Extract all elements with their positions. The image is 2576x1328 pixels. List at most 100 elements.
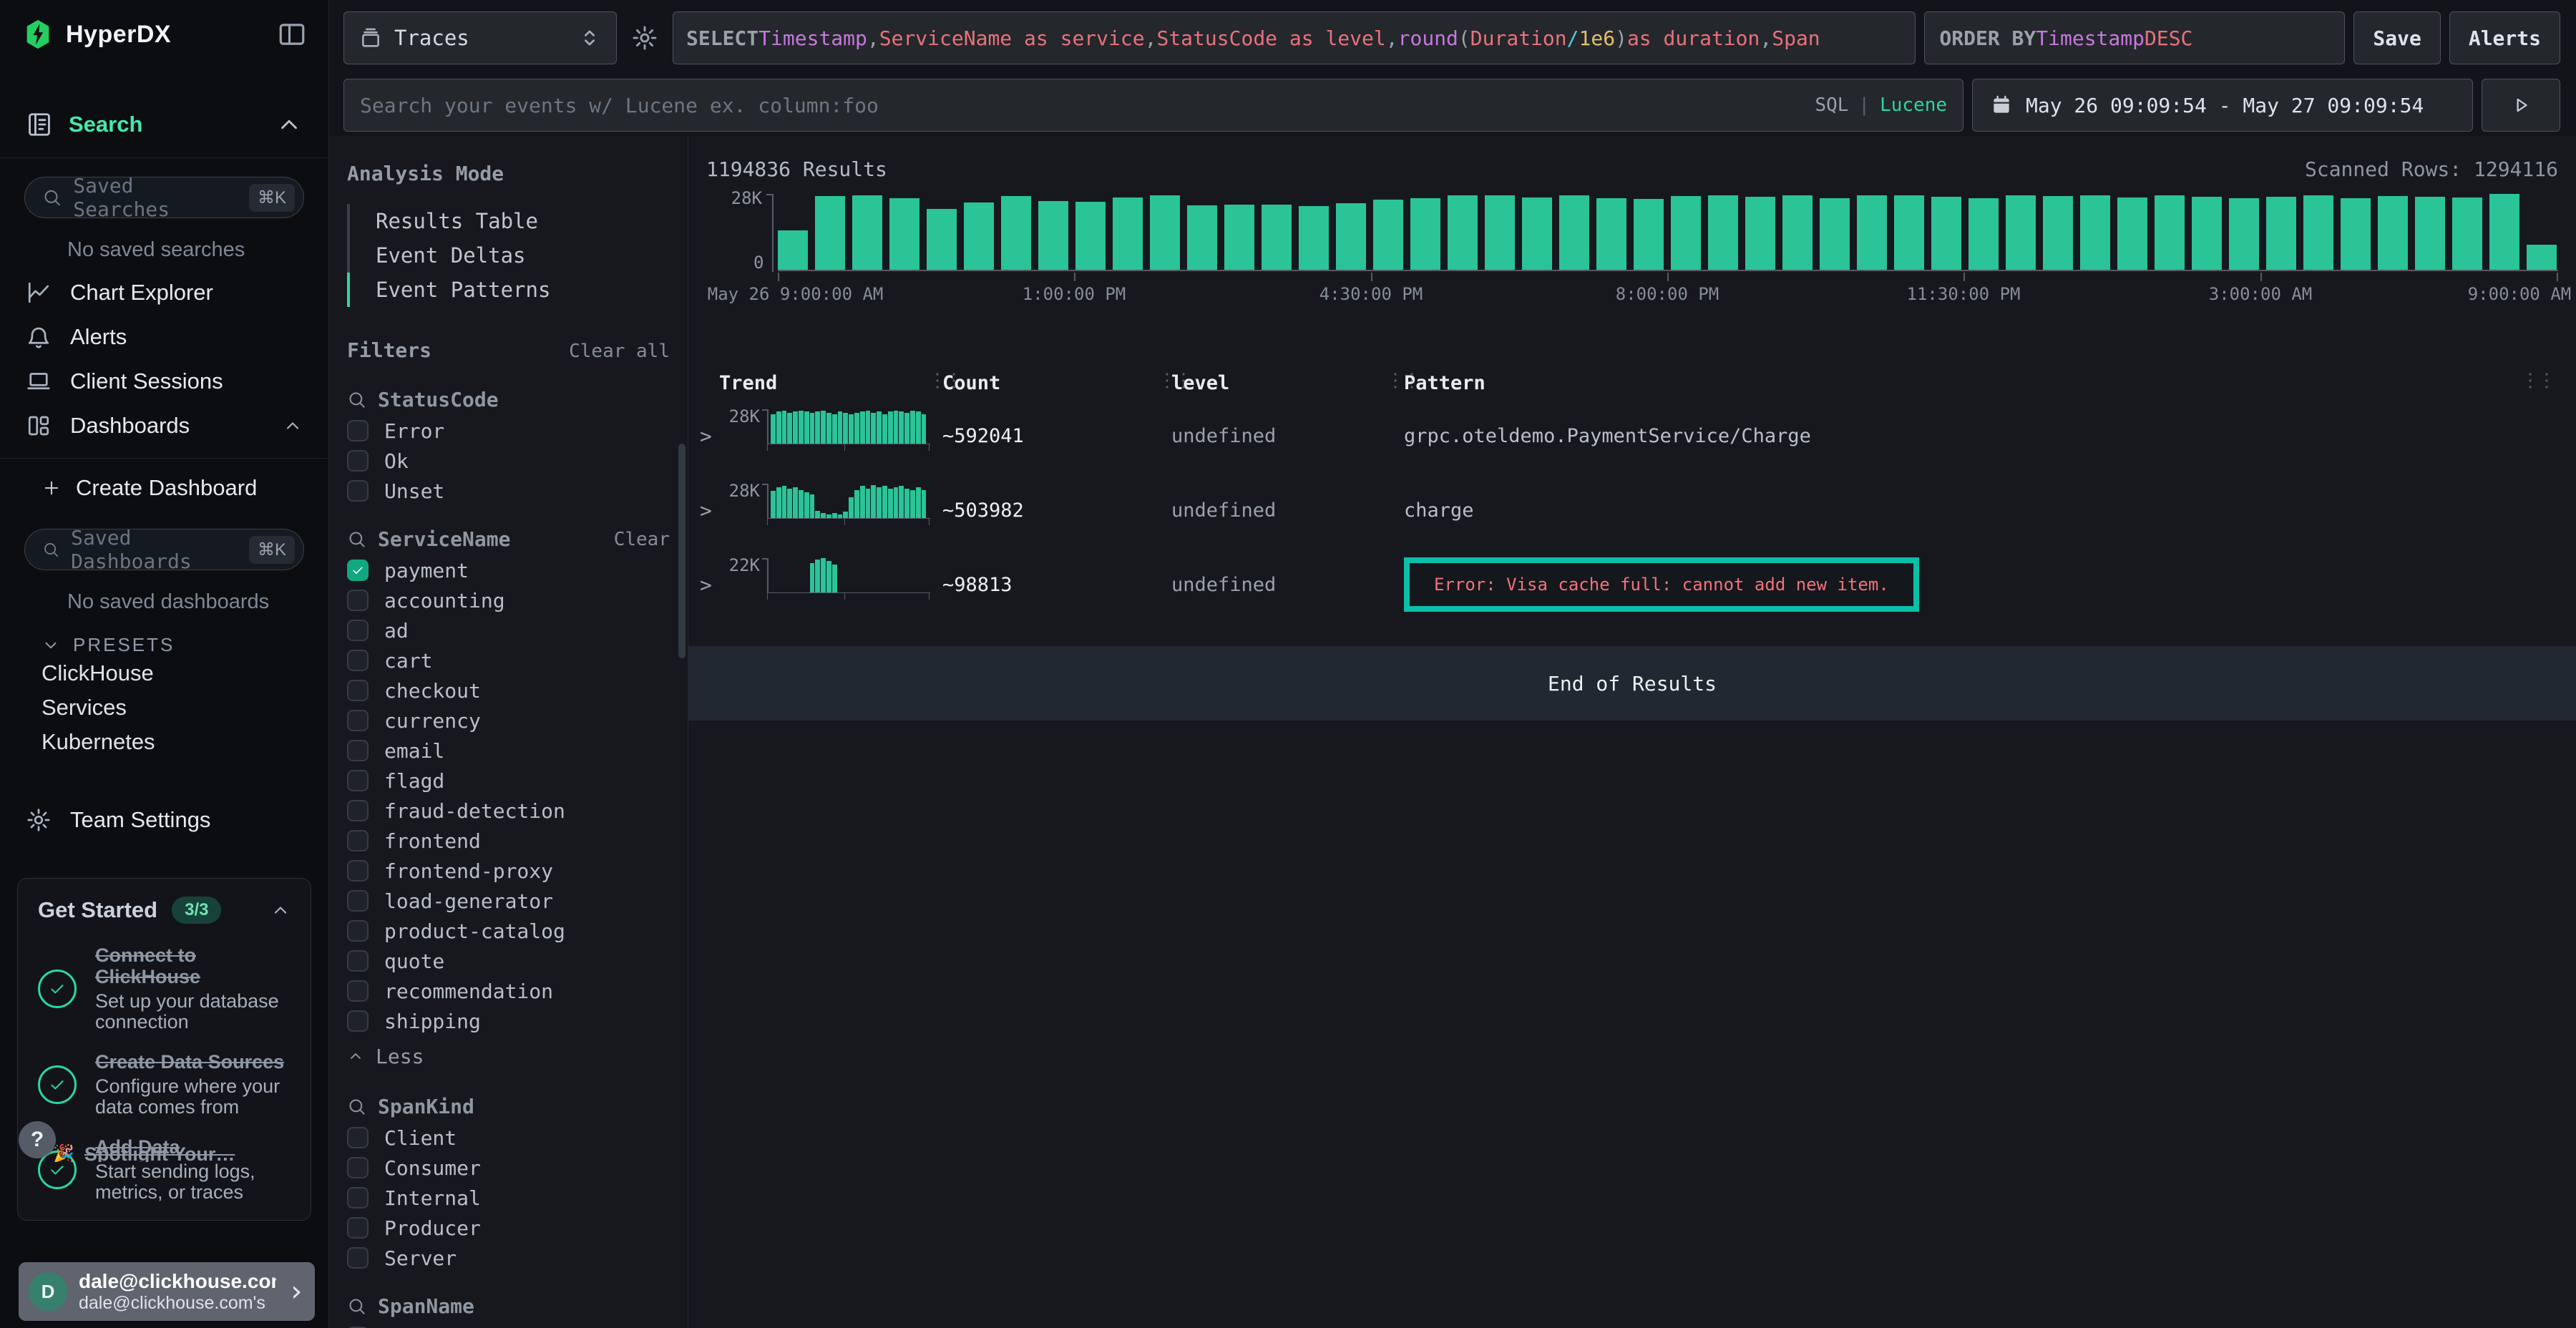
histogram-bar[interactable]	[1485, 195, 1515, 270]
checkbox[interactable]	[347, 920, 369, 942]
sidebar-item-client-sessions[interactable]: Client Sessions	[0, 359, 328, 404]
collapse-filter-button[interactable]: Less	[347, 1043, 670, 1069]
order-by-input[interactable]: ORDER BY Timestamp DESC	[1924, 11, 2345, 64]
results-histogram[interactable]: 28K 0 May 26 9:00:00 AM1:00:00 PM4:30:00…	[706, 191, 2558, 306]
chevron-up-icon[interactable]	[283, 416, 303, 436]
filter-option-producer[interactable]: Producer	[347, 1217, 670, 1239]
histogram-bar[interactable]	[2378, 196, 2408, 270]
histogram-bar[interactable]	[889, 198, 919, 270]
checkbox[interactable]	[347, 420, 369, 441]
analysis-mode-event-patterns[interactable]: Event Patterns	[347, 273, 670, 307]
table-options-icon[interactable]: ⋮⋮	[2521, 370, 2554, 391]
histogram-bar[interactable]	[778, 230, 808, 270]
lucene-toggle[interactable]: Lucene	[1880, 94, 1947, 116]
histogram-bar[interactable]	[1262, 205, 1292, 270]
checkbox[interactable]	[347, 590, 369, 611]
checkbox[interactable]	[347, 800, 369, 821]
table-row[interactable]: >28K~592041undefinedgrpc.oteldemo.Paymen…	[696, 399, 2558, 473]
filter-option-error[interactable]: Error	[347, 420, 670, 441]
checkbox[interactable]	[347, 770, 369, 791]
row-expand-icon[interactable]: >	[696, 499, 724, 522]
histogram-bar[interactable]	[1745, 197, 1775, 270]
histogram-bar[interactable]	[1931, 197, 1961, 270]
filter-option-unset[interactable]: Unset	[347, 480, 670, 502]
histogram-bar[interactable]	[2080, 195, 2110, 270]
checkbox[interactable]	[347, 1187, 369, 1209]
histogram-bar[interactable]	[2452, 197, 2482, 270]
filter-option-internal[interactable]: Internal	[347, 1187, 670, 1209]
histogram-bar[interactable]	[1150, 195, 1180, 270]
save-button[interactable]: Save	[2353, 11, 2440, 64]
checkbox-checked[interactable]	[347, 560, 369, 581]
histogram-bar[interactable]	[1113, 197, 1143, 270]
column-grip-icon[interactable]: ⋮⋮	[1158, 370, 1191, 391]
histogram-bar[interactable]	[1857, 195, 1887, 270]
histogram-bar[interactable]	[1671, 196, 1701, 270]
filter-option-quote[interactable]: quote	[347, 950, 670, 972]
histogram-bar[interactable]	[1820, 198, 1850, 270]
row-expand-icon[interactable]: >	[696, 573, 724, 597]
column-header-trend[interactable]: Trend	[696, 372, 942, 394]
filter-option-shipping[interactable]: shipping	[347, 1010, 670, 1032]
preset-clickhouse[interactable]: ClickHouse	[0, 656, 328, 690]
table-row[interactable]: >28K~503982undefinedcharge	[696, 473, 2558, 547]
checkbox[interactable]	[347, 1217, 369, 1239]
filter-panel-scrollbar[interactable]	[678, 444, 686, 658]
histogram-bar[interactable]	[2341, 198, 2371, 270]
histogram-bar[interactable]	[2415, 197, 2445, 270]
filter-option-client[interactable]: Client	[347, 1127, 670, 1148]
histogram-bar[interactable]	[2192, 197, 2222, 270]
highlighted-error-pattern[interactable]: Error: Visa cache full: cannot add new i…	[1404, 557, 1919, 612]
histogram-bar[interactable]	[2229, 198, 2259, 270]
source-settings-button[interactable]	[625, 19, 664, 57]
checkbox[interactable]	[347, 980, 369, 1002]
histogram-bar[interactable]	[1894, 195, 1924, 270]
histogram-bar[interactable]	[1299, 206, 1329, 270]
checkbox[interactable]	[347, 650, 369, 671]
histogram-bar[interactable]	[1968, 198, 1999, 270]
alerts-button[interactable]: Alerts	[2449, 11, 2560, 64]
column-header-count[interactable]: Count	[942, 372, 1171, 394]
get-started-item[interactable]: Create Data SourcesConfigure where your …	[38, 1051, 291, 1118]
checkbox[interactable]	[347, 740, 369, 761]
checkbox[interactable]	[347, 710, 369, 731]
checkbox[interactable]	[347, 450, 369, 472]
histogram-bar[interactable]	[2043, 196, 2073, 270]
help-button[interactable]: ?	[19, 1121, 56, 1158]
histogram-bar[interactable]	[964, 202, 994, 270]
sidebar-item-alerts[interactable]: Alerts	[0, 315, 328, 359]
histogram-bar[interactable]	[1075, 202, 1106, 270]
clear-all-filters-button[interactable]: Clear all	[569, 341, 670, 362]
search-input[interactable]: Search your events w/ Lucene ex. column:…	[343, 79, 1963, 132]
histogram-bar[interactable]	[1187, 205, 1217, 270]
filter-option-ok[interactable]: Ok	[347, 450, 670, 472]
get-started-header[interactable]: Get Started 3/3	[38, 894, 291, 926]
preset-kubernetes[interactable]: Kubernetes	[0, 725, 328, 759]
user-menu[interactable]: D dale@clickhouse.com dale@clickhouse.co…	[19, 1262, 315, 1321]
column-header-level[interactable]: level	[1171, 372, 1404, 394]
sidebar-item-chart-explorer[interactable]: Chart Explorer	[0, 270, 328, 315]
sidebar-item-dashboards[interactable]: Dashboards	[0, 404, 328, 448]
histogram-bar[interactable]	[2117, 197, 2147, 270]
histogram-bar[interactable]	[1410, 198, 1440, 270]
checkbox[interactable]	[347, 830, 369, 851]
filter-option-product-catalog[interactable]: product-catalog	[347, 920, 670, 942]
filter-option-accounting[interactable]: accounting	[347, 590, 670, 611]
checkbox[interactable]	[347, 1157, 369, 1178]
column-grip-icon[interactable]: ⋮⋮	[928, 370, 961, 391]
checkbox[interactable]	[347, 680, 369, 701]
filter-option-cart[interactable]: cart	[347, 650, 670, 671]
hyperdx-logo[interactable]: HyperDX	[21, 18, 171, 51]
filter-option-load-generator[interactable]: load-generator	[347, 890, 670, 912]
filter-option-flagd[interactable]: flagd	[347, 770, 670, 791]
filter-option-ad[interactable]: ad	[347, 620, 670, 641]
checkbox[interactable]	[347, 480, 369, 502]
filter-option-frontend[interactable]: frontend	[347, 830, 670, 851]
histogram-bar[interactable]	[1634, 199, 1664, 270]
checkbox[interactable]	[347, 1010, 369, 1032]
checkbox[interactable]	[347, 860, 369, 882]
histogram-bar[interactable]	[852, 195, 882, 270]
filter-option-fraud-detection[interactable]: fraud-detection	[347, 800, 670, 821]
histogram-bar[interactable]	[1782, 195, 1813, 270]
filter-option-recommendation[interactable]: recommendation	[347, 980, 670, 1002]
